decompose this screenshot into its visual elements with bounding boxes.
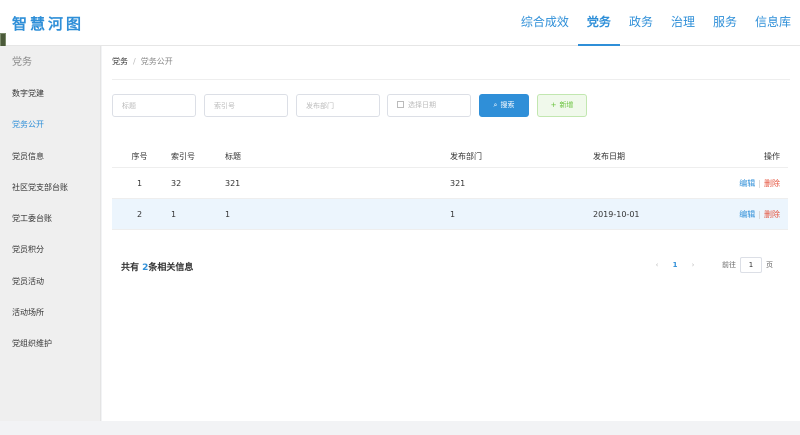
main-nav: 综合成效 党务 政务 治理 服务 信息库 bbox=[512, 0, 800, 46]
next-page-icon[interactable]: › bbox=[686, 261, 700, 269]
prev-page-icon[interactable]: ‹ bbox=[650, 261, 664, 269]
summary-suffix: 条相关信息 bbox=[148, 263, 194, 273]
page-unit-label: 页 bbox=[766, 261, 773, 269]
col-dept: 发布部门 bbox=[450, 152, 482, 161]
cell-date: 2019-10-01 bbox=[593, 209, 640, 219]
sidebar-item-digital-party[interactable]: 数字党建 bbox=[0, 78, 100, 109]
page-number[interactable]: 1 bbox=[664, 261, 686, 269]
delete-link[interactable]: 删除 bbox=[764, 179, 780, 188]
edit-link[interactable]: 编辑 bbox=[739, 179, 755, 188]
cell-seq: 2 bbox=[136, 209, 143, 219]
cell-dept: 1 bbox=[450, 209, 456, 219]
search-button-label: 搜索 bbox=[500, 101, 515, 109]
dept-field[interactable] bbox=[296, 94, 380, 117]
nav-item-services[interactable]: 服务 bbox=[704, 0, 746, 46]
summary-prefix: 共有 bbox=[121, 263, 143, 273]
sidebar-item-member-info[interactable]: 党员信息 bbox=[0, 141, 100, 172]
col-seq: 序号 bbox=[131, 152, 148, 161]
app-logo[interactable]: 智慧河图 bbox=[12, 13, 84, 34]
col-date: 发布日期 bbox=[593, 152, 625, 161]
dept-input[interactable] bbox=[306, 95, 379, 116]
divider bbox=[112, 79, 790, 80]
breadcrumb-item-party[interactable]: 党务 bbox=[112, 57, 128, 66]
breadcrumb: 党务 / 党务公开 bbox=[112, 56, 173, 67]
cell-title: 1 bbox=[225, 209, 231, 219]
search-button[interactable]: ⌕ 搜索 bbox=[479, 94, 529, 117]
data-table: 序号 索引号 标题 发布部门 发布日期 操作 1 32 321 321 编辑 | 删… bbox=[112, 146, 788, 230]
add-button-label: 新增 bbox=[559, 101, 574, 109]
breadcrumb-separator: / bbox=[133, 57, 136, 66]
nav-item-governance[interactable]: 治理 bbox=[662, 0, 704, 46]
result-summary: 共有 2条相关信息 bbox=[121, 260, 193, 273]
sidebar-item-member-points[interactable]: 党员积分 bbox=[0, 234, 100, 265]
date-picker[interactable]: 选择日期 bbox=[387, 94, 471, 117]
calendar-icon bbox=[397, 101, 404, 108]
cell-index: 1 bbox=[171, 209, 177, 219]
sidebar-item-branch-ledger[interactable]: 社区党支部台账 bbox=[0, 172, 100, 203]
sidebar-item-org-maintenance[interactable]: 党组织维护 bbox=[0, 328, 100, 359]
date-placeholder: 选择日期 bbox=[408, 101, 436, 109]
delete-link[interactable]: 删除 bbox=[764, 210, 780, 219]
sidebar-item-member-activities[interactable]: 党员活动 bbox=[0, 266, 100, 297]
index-input[interactable] bbox=[214, 95, 287, 116]
sidebar-title: 党务 bbox=[12, 57, 32, 68]
index-field[interactable] bbox=[204, 94, 288, 117]
breadcrumb-item-current: 党务公开 bbox=[140, 57, 173, 66]
title-field[interactable] bbox=[112, 94, 196, 117]
pagination: ‹ 1 › 前往 1 页 bbox=[650, 256, 773, 274]
cell-ops: 编辑 | 删除 bbox=[713, 209, 788, 220]
cell-ops: 编辑 | 删除 bbox=[713, 178, 788, 189]
search-icon: ⌕ bbox=[493, 101, 498, 109]
col-title: 标题 bbox=[225, 152, 241, 161]
col-index: 索引号 bbox=[171, 152, 195, 161]
sidebar-item-affairs-disclosure[interactable]: 党务公开 bbox=[0, 109, 100, 140]
nav-item-info-library[interactable]: 信息库 bbox=[746, 0, 800, 46]
cell-index: 32 bbox=[171, 178, 182, 188]
nav-item-overview[interactable]: 综合成效 bbox=[512, 0, 578, 46]
nav-item-party-affairs[interactable]: 党务 bbox=[577, 0, 620, 46]
main-content: 党务 / 党务公开 选择日期 ⌕搜索 +新增 序号 索引号 标题 发布部门 发布日期… bbox=[102, 46, 800, 421]
sidebar: 党务 数字党建 党务公开 党员信息 社区党支部台账 党工委台账 党员积分 党员活… bbox=[0, 46, 101, 421]
top-navbar: 智慧河图 综合成效 党务 政务 治理 服务 信息库 bbox=[0, 0, 800, 46]
table-row[interactable]: 1 32 321 321 编辑 | 删除 bbox=[112, 168, 788, 199]
add-button[interactable]: + 新增 bbox=[537, 94, 587, 117]
table-row[interactable]: 2 1 1 1 2019-10-01 编辑 | 删除 bbox=[112, 199, 788, 230]
table-header: 序号 索引号 标题 发布部门 发布日期 操作 bbox=[112, 146, 788, 168]
op-separator: | bbox=[758, 178, 761, 188]
bottom-strip bbox=[0, 421, 800, 435]
nav-item-government[interactable]: 政务 bbox=[620, 0, 662, 46]
goto-label: 前往 bbox=[722, 261, 736, 269]
cell-title: 321 bbox=[225, 178, 241, 188]
edit-link[interactable]: 编辑 bbox=[739, 210, 755, 219]
plus-icon: + bbox=[550, 101, 557, 109]
cell-seq: 1 bbox=[136, 178, 143, 188]
title-input[interactable] bbox=[122, 95, 195, 116]
cell-dept: 321 bbox=[450, 178, 466, 188]
op-separator: | bbox=[758, 209, 761, 219]
col-ops: 操作 bbox=[764, 152, 780, 161]
goto-page-input[interactable]: 1 bbox=[740, 257, 762, 273]
sidebar-item-committee-ledger[interactable]: 党工委台账 bbox=[0, 203, 100, 234]
sidebar-item-venues[interactable]: 活动场所 bbox=[0, 297, 100, 328]
